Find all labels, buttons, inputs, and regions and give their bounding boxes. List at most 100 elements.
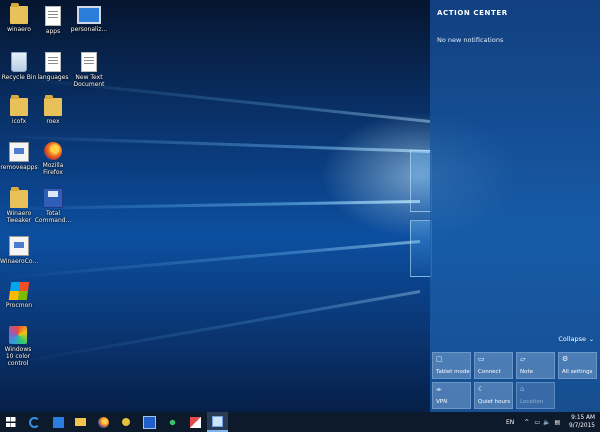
desktop: winaero apps personaliz... Recycle Bin l…	[0, 0, 600, 432]
desktop-icon-winaeroco[interactable]: WinaeroCo...	[0, 236, 38, 265]
connect-icon: ▭	[478, 355, 485, 363]
desktop-icon-removeapps[interactable]: removeapps	[0, 142, 38, 171]
desktop-icon-personalization[interactable]: personaliz...	[70, 6, 108, 33]
system-tray: EN ^ ▭ 🔈 ▤	[506, 412, 560, 432]
quick-action-tablet-mode[interactable]: ▢ Tablet mode	[432, 352, 471, 379]
quick-action-connect[interactable]: ▭ Connect	[474, 352, 513, 379]
taskbar-firefox[interactable]	[93, 412, 114, 432]
taskbar-app-yellow[interactable]	[115, 412, 136, 432]
start-button[interactable]	[0, 412, 21, 432]
taskbar-app-blue[interactable]	[139, 412, 160, 432]
wallpaper-window-pane	[410, 220, 432, 277]
wallpaper-window-pane	[410, 150, 432, 212]
taskbar-app-green[interactable]	[162, 412, 183, 432]
quick-action-label: Location	[520, 399, 544, 405]
desktop-icon-label: removeapps	[0, 164, 38, 171]
quick-action-label: VPN	[436, 399, 448, 405]
desktop-icon-roex[interactable]: roex	[34, 95, 72, 125]
taskbar-paint[interactable]	[185, 412, 206, 432]
action-center-panel: ACTION CENTER No new notifications Colla…	[430, 0, 600, 412]
desktop-icon-apps[interactable]: apps	[34, 6, 72, 35]
taskbar: EN ^ ▭ 🔈 ▤ 9:15 AM 9/7/2015	[0, 412, 600, 432]
location-icon: ⌂	[520, 385, 525, 393]
edge-icon	[29, 416, 40, 428]
app-window-icon	[212, 415, 223, 427]
network-icon[interactable]: ▭	[534, 419, 540, 426]
quick-action-all-settings[interactable]: ⚙ All settings	[558, 352, 597, 379]
action-center-title: ACTION CENTER	[437, 9, 508, 17]
document-icon	[45, 52, 61, 72]
quick-action-location[interactable]: ⌂ Location	[516, 382, 555, 409]
desktop-icon-total-commander[interactable]: Total Command...	[34, 188, 72, 224]
quick-action-label: Connect	[478, 369, 501, 375]
tablet-mode-icon: ▢	[436, 355, 443, 363]
taskbar-file-explorer[interactable]	[70, 412, 91, 432]
folder-icon	[10, 95, 28, 116]
wallpaper-beam	[6, 290, 421, 366]
desktop-icon-label: personaliz...	[70, 26, 108, 33]
quick-action-label: All settings	[562, 369, 593, 375]
desktop-icon-color-control[interactable]: Windows 10 color control	[0, 326, 36, 367]
firefox-icon	[98, 416, 109, 428]
monitor-icon	[77, 6, 101, 24]
chevron-down-icon: ⌄	[588, 336, 594, 343]
desktop-icon-label: apps	[45, 28, 61, 35]
color-control-icon	[9, 326, 27, 344]
recycle-bin-icon	[11, 52, 27, 72]
taskbar-edge[interactable]	[24, 412, 45, 432]
quick-action-quiet-hours[interactable]: ☾ Quiet hours	[474, 382, 513, 409]
collapse-button[interactable]: Collapse ⌄	[558, 335, 594, 343]
desktop-icon-languages[interactable]: languages	[34, 52, 72, 81]
user-folder-icon	[10, 3, 28, 24]
desktop-icon-recycle-bin[interactable]: Recycle Bin	[0, 52, 38, 81]
no-notifications-text: No new notifications	[437, 36, 504, 44]
volume-icon[interactable]: 🔈	[543, 419, 550, 426]
firefox-icon	[44, 142, 62, 160]
desktop-icon-label: Procmon	[5, 302, 33, 309]
quick-action-note[interactable]: ▱ Note	[516, 352, 555, 379]
windows-start-icon	[5, 417, 16, 427]
wallpaper-beam	[1, 240, 421, 280]
quick-action-label: Quiet hours	[478, 399, 511, 405]
store-icon	[53, 416, 64, 428]
terminal-icon	[143, 415, 156, 429]
desktop-icon-winaero[interactable]: winaero	[0, 3, 38, 33]
floppy-icon	[43, 188, 63, 208]
desktop-icon-label: icofx	[11, 118, 27, 125]
desktop-icon-firefox[interactable]: Mozilla Firefox	[34, 142, 72, 176]
show-hidden-icons-icon[interactable]: ^	[524, 419, 529, 426]
desktop-icon-label: languages	[37, 74, 69, 81]
app-icon	[9, 142, 29, 162]
document-icon	[45, 6, 61, 26]
action-center-tray-icon[interactable]: ▤	[554, 419, 560, 426]
desktop-icon-procmon[interactable]: Procmon	[0, 282, 38, 309]
desktop-icon-label: WinaeroCo...	[0, 258, 39, 265]
app-icon	[121, 418, 130, 426]
clock-date: 9/7/2015	[568, 423, 595, 429]
moon-icon: ☾	[478, 385, 485, 393]
note-icon: ▱	[520, 355, 526, 363]
network-app-icon	[167, 416, 178, 428]
desktop-icon-label: Winaero Tweaker	[6, 210, 32, 224]
desktop-icon-icofx[interactable]: icofx	[0, 95, 38, 125]
windows-logo-icon	[8, 282, 30, 300]
language-indicator[interactable]: EN	[506, 419, 514, 426]
taskbar-active-app[interactable]	[207, 412, 228, 432]
desktop-icon-label: Recycle Bin	[1, 74, 37, 81]
quick-action-vpn[interactable]: ⌯ VPN	[432, 382, 471, 409]
desktop-icon-label: roex	[46, 118, 60, 125]
tool-icon	[9, 236, 29, 256]
clock[interactable]: 9:15 AM 9/7/2015	[569, 414, 595, 430]
quick-action-label: Tablet mode	[436, 369, 470, 375]
file-explorer-icon	[75, 418, 86, 426]
desktop-icon-label: Mozilla Firefox	[42, 162, 64, 176]
folder-icon	[44, 95, 62, 116]
paint-icon	[190, 416, 201, 428]
vpn-icon: ⌯	[436, 385, 442, 393]
desktop-icon-label: Total Command...	[34, 210, 72, 224]
taskbar-store[interactable]	[48, 412, 69, 432]
clock-time: 9:15 AM	[571, 415, 595, 421]
desktop-icon-label: winaero	[7, 26, 31, 33]
desktop-icon-new-text-document[interactable]: New Text Document	[70, 52, 108, 88]
desktop-icon-winaero-tweaker[interactable]: Winaero Tweaker	[0, 187, 38, 224]
